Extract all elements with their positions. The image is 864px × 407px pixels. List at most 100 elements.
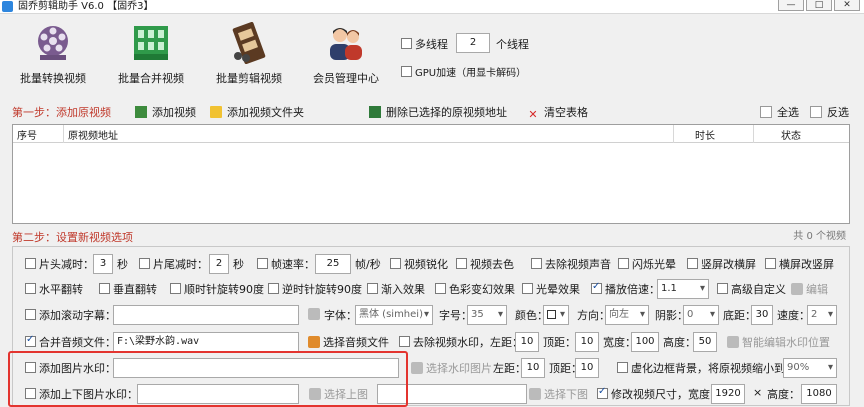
video-table[interactable]: 序号 原视频地址 时长 状态	[12, 124, 850, 224]
framerate-input[interactable]: 25	[315, 254, 351, 274]
head-cut-input[interactable]: 3	[93, 254, 113, 274]
subtitle-text-input[interactable]	[113, 305, 299, 325]
delete-selected-button[interactable]: 删除已选择的原视频地址	[369, 104, 507, 120]
col-duration[interactable]: 时长	[695, 127, 715, 142]
flash-checkbox[interactable]	[618, 258, 629, 269]
clear-table-button[interactable]: ✕ 清空表格	[527, 104, 588, 121]
select-audio-button[interactable]: 选择音频文件	[308, 334, 389, 350]
speed-checkbox[interactable]	[591, 281, 602, 294]
main-toolbar: 批量转换视频 批量合并视频 批量剪辑视频 会员管理中心 多线程 2 个线程 GP…	[0, 14, 864, 96]
batch-edit-button[interactable]: 批量剪辑视频	[206, 21, 292, 86]
tail-cut-input[interactable]: 2	[209, 254, 229, 274]
title-bar: 固乔剪辑助手 V6.0 【固乔3】 — □ ✕	[0, 0, 864, 14]
audio-path-input[interactable]: F:\梁野水韵.wav	[113, 332, 299, 352]
cw90-checkbox[interactable]	[170, 283, 181, 294]
wm-height-input[interactable]: 50	[693, 332, 717, 352]
image-icon	[529, 388, 541, 400]
folder-icon	[210, 106, 222, 118]
sharpen-checkbox[interactable]	[390, 258, 401, 269]
merge-audio-checkbox[interactable]	[25, 334, 36, 347]
image-top-input[interactable]: 10	[575, 358, 599, 378]
edit-button[interactable]: 编辑	[791, 281, 828, 297]
fade-in-checkbox[interactable]	[367, 283, 378, 294]
scroll-speed-label: 速度：	[777, 309, 810, 322]
col-index[interactable]: 序号	[17, 127, 37, 142]
light-checkbox[interactable]	[522, 283, 533, 294]
ccw90-checkbox[interactable]	[268, 283, 279, 294]
options-row-2: 水平翻转 垂直翻转 顺时针旋转90度 逆时针旋转90度 渐入效果 色彩变幻效果 …	[13, 277, 851, 301]
wm-top-label: 顶距：	[543, 336, 576, 349]
head-cut-label: 片头减时：	[39, 258, 94, 271]
speed-select[interactable]: 1.1	[657, 279, 709, 299]
minimize-button[interactable]: —	[778, 0, 804, 11]
close-button[interactable]: ✕	[834, 0, 860, 11]
bottom-input[interactable]: 30	[751, 305, 773, 325]
landscape-to-portrait-checkbox[interactable]	[765, 258, 776, 269]
select-all-icon	[760, 106, 772, 118]
member-center-button[interactable]: 会员管理中心	[303, 22, 389, 86]
scroll-speed-select[interactable]: 2	[807, 305, 837, 325]
advanced-checkbox[interactable]	[717, 283, 728, 294]
col-divider	[673, 125, 674, 143]
select-watermark-image-button[interactable]: 选择水印图片	[411, 360, 492, 376]
multithread-checkbox[interactable]	[401, 38, 412, 49]
vflip-label: 垂直翻转	[113, 283, 157, 296]
tool-label: 批量转换视频	[20, 72, 86, 85]
smart-watermark-button[interactable]: 智能编辑水印位置	[727, 334, 830, 350]
add-video-button[interactable]: 添加视频	[135, 104, 196, 120]
decolor-checkbox[interactable]	[456, 258, 467, 269]
tail-cut-checkbox[interactable]	[139, 258, 150, 269]
sharpen-label: 视频锐化	[404, 258, 448, 271]
merge-audio-label: 合并音频文件：	[39, 336, 116, 349]
color-picker[interactable]	[543, 305, 569, 325]
direction-select[interactable]: 向左	[605, 305, 649, 325]
wm-width-input[interactable]: 100	[631, 332, 659, 352]
col-status[interactable]: 状态	[781, 127, 801, 142]
step1-bar: 第一步：添加原视频 添加视频 添加视频文件夹 删除已选择的原视频地址 ✕ 清空表格…	[0, 98, 864, 122]
color-change-checkbox[interactable]	[435, 283, 446, 294]
font-label: 字体：	[324, 309, 357, 322]
add-folder-button[interactable]: 添加视频文件夹	[210, 104, 304, 120]
times-label: ×	[753, 386, 763, 399]
resize-width-input[interactable]: 1920	[711, 384, 745, 404]
batch-merge-button[interactable]: 批量合并视频	[108, 22, 194, 86]
remove-watermark-label: 去除视频水印，左距：	[413, 336, 523, 349]
speed-label: 播放倍速：	[605, 283, 660, 296]
font-select[interactable]: 黑体 (simhei)	[355, 305, 433, 325]
remove-audio-checkbox[interactable]	[531, 258, 542, 269]
hflip-checkbox[interactable]	[25, 283, 36, 294]
ccw90-label: 逆时针旋转90度	[282, 283, 362, 296]
hflip-label: 水平翻转	[39, 283, 83, 296]
thread-count-input[interactable]: 2	[456, 33, 490, 53]
head-cut-checkbox[interactable]	[25, 258, 36, 269]
col-divider	[63, 125, 64, 143]
scale-select[interactable]: 90%	[783, 358, 837, 378]
remove-watermark-checkbox[interactable]	[399, 336, 410, 347]
framerate-checkbox[interactable]	[257, 258, 268, 269]
wm-top-input[interactable]: 10	[575, 332, 599, 352]
image-icon	[411, 362, 423, 374]
seconds-label: 秒	[117, 258, 128, 271]
col-path[interactable]: 原视频地址	[68, 127, 118, 142]
size-select[interactable]: 35	[467, 305, 507, 325]
select-all-button[interactable]: 全选	[760, 104, 799, 120]
tool-label: 批量剪辑视频	[216, 72, 282, 85]
portrait-to-landscape-checkbox[interactable]	[687, 258, 698, 269]
building-merge-icon	[130, 22, 172, 64]
vflip-checkbox[interactable]	[99, 283, 110, 294]
resize-checkbox[interactable]	[597, 386, 608, 399]
scroll-subtitle-checkbox[interactable]	[25, 309, 36, 320]
invert-selection-button[interactable]: 反选	[810, 104, 849, 120]
shadow-select[interactable]: 0	[683, 305, 719, 325]
color-change-label: 色彩变幻效果	[449, 283, 515, 296]
gpu-checkbox[interactable]	[401, 66, 412, 77]
wm-left-input[interactable]: 10	[515, 332, 539, 352]
step1-title: 第一步：添加原视频	[12, 106, 111, 119]
batch-convert-button[interactable]: 批量转换视频	[10, 22, 96, 86]
maximize-button[interactable]: □	[806, 0, 832, 11]
tail-cut-label: 片尾减时：	[153, 258, 208, 271]
image-left-input[interactable]: 10	[521, 358, 545, 378]
resize-height-input[interactable]: 1080	[801, 384, 837, 404]
window-title: 固乔剪辑助手 V6.0 【固乔3】	[18, 1, 154, 12]
blur-border-checkbox[interactable]	[617, 362, 628, 373]
